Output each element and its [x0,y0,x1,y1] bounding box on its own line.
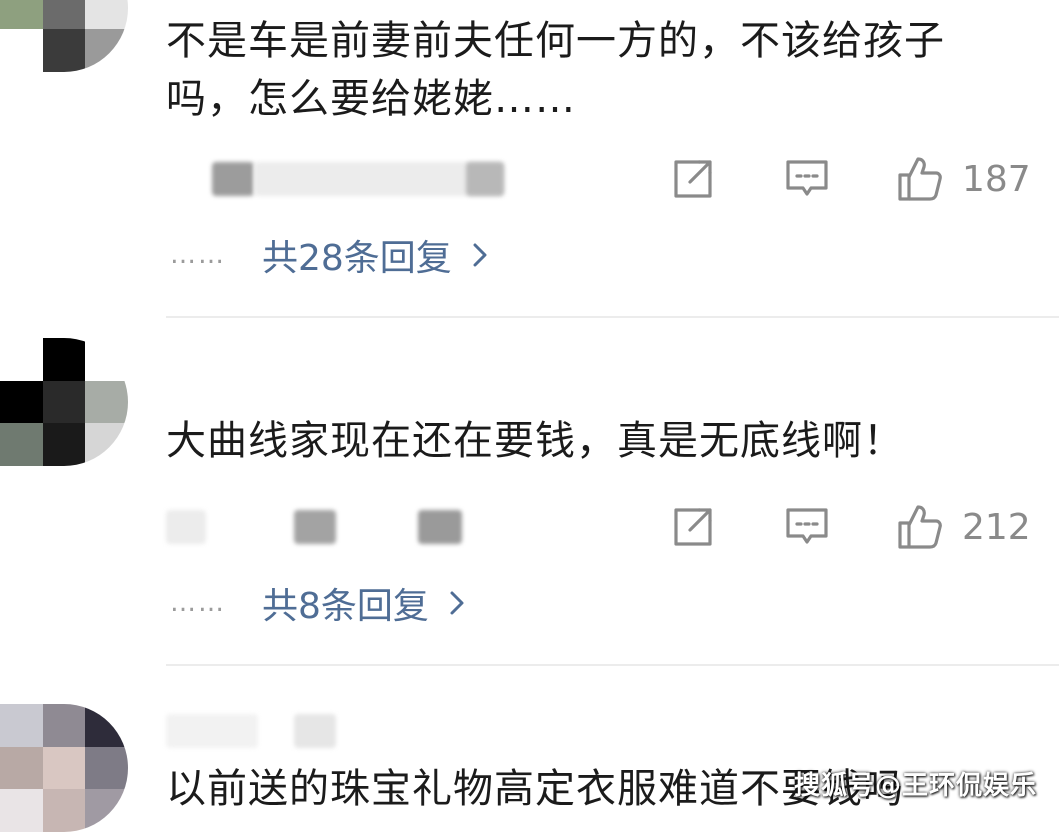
comment-icon [786,508,828,544]
avatar[interactable] [0,0,128,72]
like-button[interactable]: 187 [896,154,1031,204]
redacted-username [294,714,336,748]
chevron-right-icon [473,243,487,267]
redacted-username [212,162,254,196]
redacted-username [418,510,462,544]
like-count: 212 [962,506,1031,548]
comment-button[interactable] [784,502,830,552]
comment-text: 大曲线家现在还在要钱，真是无底线啊！ [166,412,1036,470]
comment-text-line: 吗，怎么要给姥姥…… [166,76,576,122]
replies-row: …… 共8条回复 [170,578,465,628]
redacted-username [294,510,336,544]
comment-text: 不是车是前妻前夫任何一方的，不该给孩子 吗，怎么要给姥姥…… [166,12,1036,128]
redacted-username [166,510,206,544]
view-replies-link[interactable]: 共28条回复 [262,229,488,281]
like-button[interactable]: 212 [896,502,1031,552]
avatar[interactable] [0,338,128,466]
share-button[interactable] [670,502,716,552]
view-replies-link[interactable]: 共8条回复 [262,577,465,629]
avatar[interactable] [0,704,128,832]
share-icon [674,160,712,198]
ellipsis: …… [170,240,226,270]
replies-count-label: 共28条回复 [262,238,452,279]
share-button[interactable] [670,154,716,204]
chevron-right-icon [450,591,464,615]
comment-text-line: 大曲线家现在还在要钱，真是无底线啊！ [166,418,904,464]
share-icon [674,508,712,546]
comment-meta-row: 212 [166,502,1036,552]
comment-icon [786,160,828,196]
replies-count-label: 共8条回复 [262,586,429,627]
thumbs-up-icon [898,505,942,549]
divider [166,664,1059,666]
comment-button[interactable] [784,154,830,204]
redacted-username [166,714,258,748]
watermark: 搜狐号@王环侃娱乐 [793,771,1037,801]
comment-meta-row: 187 [166,154,1036,204]
thumbs-up-icon [898,157,942,201]
comment-meta-row [166,706,1036,756]
ellipsis: …… [170,588,226,618]
redacted-username [466,162,504,196]
comment-text-line: 不是车是前妻前夫任何一方的，不该给孩子 [166,18,945,64]
like-count: 187 [962,158,1031,200]
replies-row: …… 共28条回复 [170,230,488,280]
divider [166,316,1059,318]
